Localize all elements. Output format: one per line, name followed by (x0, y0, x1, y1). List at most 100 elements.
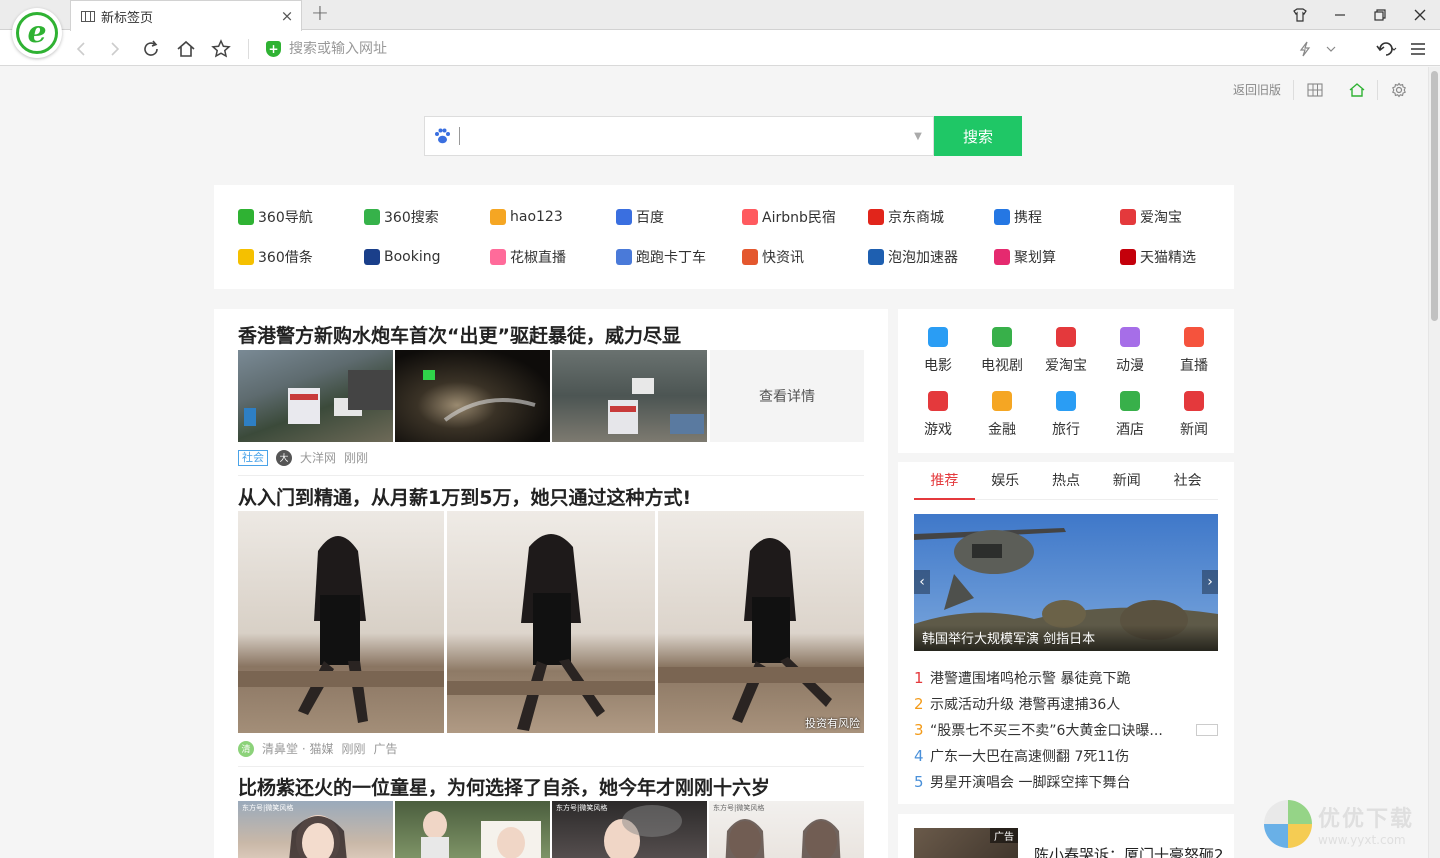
category-tv[interactable]: 电视剧 (975, 327, 1029, 375)
site-link-taobao[interactable]: 爱淘宝 (1120, 207, 1182, 227)
back-to-old-version-link[interactable]: 返回旧版 (1221, 80, 1294, 100)
article-title[interactable]: 香港警方新购水炮车首次“出更”驱赶暴徒，威力尽显 (238, 321, 681, 348)
site-label: Booking (384, 249, 441, 265)
tab-new-tab[interactable]: 新标签页 × (70, 0, 302, 31)
category-anime[interactable]: 动漫 (1103, 327, 1157, 375)
article-meta: 社会 大 大洋网 刚刚 (238, 449, 368, 466)
article-title[interactable]: 比杨紫还火的一位童星，为何选择了自杀，她今年才刚刚十六岁 (238, 773, 770, 800)
site-link-baidu-paw[interactable]: 百度 (616, 207, 664, 227)
article-image[interactable]: 东方号|微笑风格 (238, 801, 393, 858)
skin-icon[interactable] (1280, 0, 1320, 30)
article-image[interactable] (238, 350, 393, 442)
tab-close-icon[interactable]: × (273, 7, 301, 25)
article-image[interactable] (447, 511, 655, 733)
hot-news-item[interactable]: 3 “股票七不买三不卖”6大黄金口诀曝... (914, 717, 1218, 743)
address-input[interactable] (289, 41, 1189, 57)
restore-icon[interactable] (1360, 0, 1400, 30)
hot-news-title[interactable]: “股票七不买三不卖”6大黄金口诀曝... (930, 720, 1163, 740)
baidu-paw-icon[interactable] (425, 127, 459, 145)
site-link-jd[interactable]: 京东商城 (868, 207, 944, 227)
article-image[interactable]: 投资有风险 (658, 511, 864, 733)
category-plane[interactable]: 旅行 (1039, 391, 1093, 439)
hot-news-title[interactable]: 示威活动升级 港警再逮捕36人 (930, 694, 1120, 714)
browser-logo[interactable]: e (12, 8, 62, 58)
site-link-loan[interactable]: 360借条 (238, 247, 313, 267)
hot-tab[interactable]: 娱乐 (975, 472, 1036, 499)
category-hotel[interactable]: 酒店 (1103, 391, 1157, 439)
news-title[interactable]: 陈小春哭诉：厦门十豪怒砸2 (1034, 844, 1224, 858)
category-live[interactable]: 直播 (1167, 327, 1221, 375)
scrollbar-thumb[interactable] (1431, 71, 1438, 321)
chevron-down-icon[interactable] (1320, 36, 1342, 62)
site-link-search-360[interactable]: 360搜索 (364, 207, 439, 227)
home-page-icon[interactable] (1336, 80, 1378, 100)
hot-news-item[interactable]: 1 港警遭围堵鸣枪示警 暴徒竟下跪 (914, 665, 1218, 691)
carousel-prev-icon[interactable]: ‹ (914, 570, 930, 594)
site-link-kuai[interactable]: 快资讯 (742, 247, 804, 267)
category-taobao[interactable]: 爱淘宝 (1039, 327, 1093, 375)
undo-icon[interactable] (1372, 36, 1402, 62)
carousel-next-icon[interactable]: › (1202, 570, 1218, 594)
site-link-airbnb[interactable]: Airbnb民宿 (742, 207, 836, 227)
bottom-news-card[interactable]: 广告 陈小春哭诉：厦门十豪怒砸2 (898, 814, 1234, 858)
site-link-ctrip[interactable]: 携程 (994, 207, 1042, 227)
article-source[interactable]: 清鼻堂 · 猫媒 (262, 740, 333, 757)
minimize-icon[interactable] (1320, 0, 1360, 30)
category-news[interactable]: 新闻 (1167, 391, 1221, 439)
category-film[interactable]: 电影 (911, 327, 965, 375)
new-tab-button[interactable]: + (310, 2, 330, 26)
vertical-scrollbar[interactable] (1428, 67, 1440, 858)
hot-tab[interactable]: 社会 (1157, 472, 1218, 499)
article-title[interactable]: 从入门到精通，从月薪1万到5万，她只通过这种方式! (238, 483, 691, 510)
article-image[interactable] (238, 511, 444, 733)
hot-news-item[interactable]: 2 示威活动升级 港警再逮捕36人 (914, 691, 1218, 717)
hot-news-title[interactable]: 男星开演唱会 一脚踩空摔下舞台 (930, 772, 1130, 792)
article-source[interactable]: 大洋网 (300, 449, 336, 466)
game-icon (928, 391, 948, 411)
hot-news-title[interactable]: 港警遭围堵鸣枪示警 暴徒竟下跪 (930, 668, 1130, 688)
refresh-icon[interactable] (138, 36, 164, 62)
window-controls (1280, 0, 1440, 30)
hot-tab[interactable]: 新闻 (1096, 472, 1157, 499)
view-details-button[interactable]: 查看详情 (710, 350, 864, 442)
article-image[interactable] (395, 350, 550, 442)
site-link-hao123[interactable]: hao123 (490, 207, 563, 227)
hot-news-item[interactable]: 4 广东一大巴在高速侧翻 7死11伤 (914, 743, 1218, 769)
news-carousel[interactable]: 韩国举行大规模军演 剑指日本 ‹ › (914, 514, 1218, 651)
site-link-nav[interactable]: 360导航 (238, 207, 313, 227)
category-tag[interactable]: 社会 (238, 449, 268, 466)
category-finance[interactable]: 金融 (975, 391, 1029, 439)
search-field[interactable]: ▼ (424, 116, 934, 156)
back-icon[interactable] (68, 36, 94, 62)
search-button[interactable]: 搜索 (934, 116, 1022, 156)
site-link-kart[interactable]: 跑跑卡丁车 (616, 247, 706, 267)
carousel-caption[interactable]: 韩国举行大规模军演 剑指日本 (914, 625, 1218, 651)
menu-icon[interactable] (1406, 36, 1430, 62)
hot-tab[interactable]: 热点 (1036, 472, 1097, 499)
site-link-juhuasuan[interactable]: 聚划算 (994, 247, 1056, 267)
forward-icon[interactable] (102, 36, 128, 62)
search-engine-dropdown-icon[interactable]: ▼ (903, 131, 933, 142)
site-link-huajiao[interactable]: 花椒直播 (490, 247, 566, 267)
site-link-tmall[interactable]: 天猫精选 (1120, 247, 1196, 267)
category-game[interactable]: 游戏 (911, 391, 965, 439)
article-image[interactable]: 东方号|微笑风格 (552, 801, 707, 858)
favorite-star-icon[interactable] (208, 36, 234, 62)
news-thumbnail[interactable]: 广告 (914, 828, 1018, 858)
article-image[interactable]: 东方号|微笑风格 (709, 801, 864, 858)
article-image[interactable] (395, 801, 550, 858)
site-link-booking[interactable]: Booking (364, 247, 441, 267)
site-link-bubble[interactable]: 泡泡加速器 (868, 247, 958, 267)
close-window-icon[interactable] (1400, 0, 1440, 30)
plane-icon (1056, 391, 1076, 411)
search-input[interactable] (460, 117, 903, 155)
article-image[interactable] (552, 350, 707, 442)
hot-news-item[interactable]: 5 男星开演唱会 一脚踩空摔下舞台 (914, 769, 1218, 795)
hot-news-title[interactable]: 广东一大巴在高速侧翻 7死11伤 (930, 746, 1129, 766)
address-bar[interactable]: + (266, 36, 1286, 62)
grid-layout-icon[interactable] (1294, 80, 1336, 100)
lightning-icon[interactable] (1294, 36, 1316, 62)
home-icon[interactable] (173, 36, 199, 62)
hot-tab[interactable]: 推荐 (914, 472, 975, 500)
settings-gear-icon[interactable] (1378, 80, 1420, 100)
